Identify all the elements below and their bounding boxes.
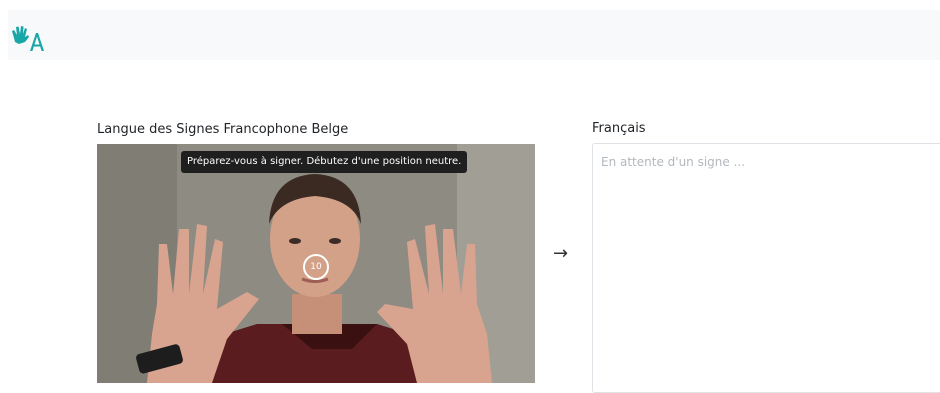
arrow-right-icon: →	[553, 243, 569, 264]
translation-output[interactable]: En attente d'un signe ...	[592, 143, 940, 393]
instruction-tooltip: Préparez-vous à signer. Débutez d'une po…	[181, 151, 468, 173]
translation-placeholder: En attente d'un signe ...	[601, 155, 746, 169]
sign-hand-a-icon[interactable]	[10, 24, 44, 52]
source-language-label: Langue des Signes Francophone Belge	[97, 122, 349, 137]
target-language-label: Français	[592, 121, 646, 136]
navbar	[8, 10, 940, 60]
countdown-timer: 10	[303, 254, 329, 280]
